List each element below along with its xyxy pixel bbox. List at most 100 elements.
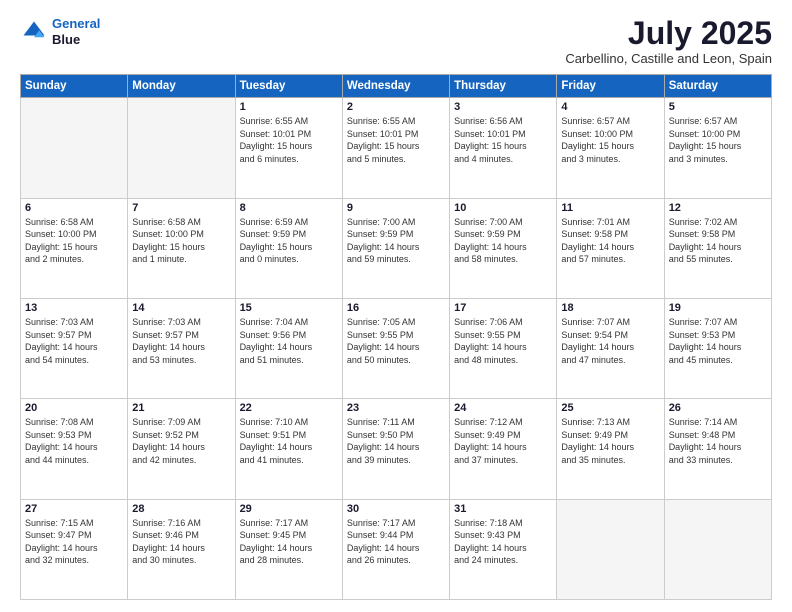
- calendar-day: 21 Sunrise: 7:09 AMSunset: 9:52 PMDayligh…: [128, 399, 235, 499]
- weekday-header-row: SundayMondayTuesdayWednesdayThursdayFrid…: [21, 75, 772, 98]
- weekday-header-cell: Wednesday: [342, 75, 449, 98]
- calendar-day: 9 Sunrise: 7:00 AMSunset: 9:59 PMDaylight…: [342, 198, 449, 298]
- day-info: Sunrise: 7:05 AMSunset: 9:55 PMDaylight:…: [347, 316, 445, 366]
- calendar-day: 19 Sunrise: 7:07 AMSunset: 9:53 PMDayligh…: [664, 298, 771, 398]
- day-info: Sunrise: 7:18 AMSunset: 9:43 PMDaylight:…: [454, 517, 552, 567]
- day-info: Sunrise: 7:03 AMSunset: 9:57 PMDaylight:…: [132, 316, 230, 366]
- day-info: Sunrise: 7:15 AMSunset: 9:47 PMDaylight:…: [25, 517, 123, 567]
- calendar-day: 7Sunrise: 6:58 AMSunset: 10:00 PMDayligh…: [128, 198, 235, 298]
- day-number: 14: [132, 302, 230, 314]
- subtitle: Carbellino, Castille and Leon, Spain: [565, 51, 772, 66]
- calendar: SundayMondayTuesdayWednesdayThursdayFrid…: [20, 74, 772, 600]
- day-number: 24: [454, 402, 552, 414]
- weekday-header-cell: Sunday: [21, 75, 128, 98]
- day-info: Sunrise: 7:06 AMSunset: 9:55 PMDaylight:…: [454, 316, 552, 366]
- day-number: 31: [454, 503, 552, 515]
- calendar-empty: [664, 499, 771, 599]
- calendar-day: 13 Sunrise: 7:03 AMSunset: 9:57 PMDayligh…: [21, 298, 128, 398]
- day-number: 26: [669, 402, 767, 414]
- day-number: 28: [132, 503, 230, 515]
- day-info: Sunrise: 7:11 AMSunset: 9:50 PMDaylight:…: [347, 416, 445, 466]
- weekday-header-cell: Saturday: [664, 75, 771, 98]
- day-info: Sunrise: 7:17 AMSunset: 9:44 PMDaylight:…: [347, 517, 445, 567]
- day-number: 12: [669, 202, 767, 214]
- day-info: Sunrise: 7:12 AMSunset: 9:49 PMDaylight:…: [454, 416, 552, 466]
- week-row: 27 Sunrise: 7:15 AMSunset: 9:47 PMDayligh…: [21, 499, 772, 599]
- day-number: 13: [25, 302, 123, 314]
- calendar-day: 31 Sunrise: 7:18 AMSunset: 9:43 PMDayligh…: [450, 499, 557, 599]
- calendar-day: 27 Sunrise: 7:15 AMSunset: 9:47 PMDayligh…: [21, 499, 128, 599]
- day-number: 2: [347, 101, 445, 113]
- day-info: Sunrise: 7:00 AMSunset: 9:59 PMDaylight:…: [347, 216, 445, 266]
- calendar-empty: [557, 499, 664, 599]
- day-number: 6: [25, 202, 123, 214]
- day-number: 5: [669, 101, 767, 113]
- calendar-day: 30 Sunrise: 7:17 AMSunset: 9:44 PMDayligh…: [342, 499, 449, 599]
- day-info: Sunrise: 6:56 AMSunset: 10:01 PMDaylight…: [454, 115, 552, 165]
- calendar-day: 22 Sunrise: 7:10 AMSunset: 9:51 PMDayligh…: [235, 399, 342, 499]
- day-info: Sunrise: 7:14 AMSunset: 9:48 PMDaylight:…: [669, 416, 767, 466]
- day-number: 9: [347, 202, 445, 214]
- day-number: 1: [240, 101, 338, 113]
- calendar-day: 16 Sunrise: 7:05 AMSunset: 9:55 PMDayligh…: [342, 298, 449, 398]
- month-title: July 2025: [565, 16, 772, 51]
- day-number: 27: [25, 503, 123, 515]
- calendar-empty: [128, 98, 235, 198]
- weekday-header-cell: Tuesday: [235, 75, 342, 98]
- calendar-day: 2Sunrise: 6:55 AMSunset: 10:01 PMDayligh…: [342, 98, 449, 198]
- calendar-day: 24 Sunrise: 7:12 AMSunset: 9:49 PMDayligh…: [450, 399, 557, 499]
- logo: General Blue: [20, 16, 100, 47]
- day-number: 30: [347, 503, 445, 515]
- day-info: Sunrise: 7:04 AMSunset: 9:56 PMDaylight:…: [240, 316, 338, 366]
- day-info: Sunrise: 7:07 AMSunset: 9:53 PMDaylight:…: [669, 316, 767, 366]
- day-info: Sunrise: 7:16 AMSunset: 9:46 PMDaylight:…: [132, 517, 230, 567]
- day-info: Sunrise: 7:02 AMSunset: 9:58 PMDaylight:…: [669, 216, 767, 266]
- calendar-day: 5 Sunrise: 6:57 AMSunset: 10:00 PMDayligh…: [664, 98, 771, 198]
- week-row: 13 Sunrise: 7:03 AMSunset: 9:57 PMDayligh…: [21, 298, 772, 398]
- calendar-day: 4 Sunrise: 6:57 AMSunset: 10:00 PMDayligh…: [557, 98, 664, 198]
- day-info: Sunrise: 7:10 AMSunset: 9:51 PMDaylight:…: [240, 416, 338, 466]
- day-number: 8: [240, 202, 338, 214]
- calendar-day: 15Sunrise: 7:04 AMSunset: 9:56 PMDayligh…: [235, 298, 342, 398]
- day-info: Sunrise: 7:00 AMSunset: 9:59 PMDaylight:…: [454, 216, 552, 266]
- day-number: 4: [561, 101, 659, 113]
- calendar-day: 3Sunrise: 6:56 AMSunset: 10:01 PMDayligh…: [450, 98, 557, 198]
- day-number: 11: [561, 202, 659, 214]
- day-number: 17: [454, 302, 552, 314]
- calendar-body: 1Sunrise: 6:55 AMSunset: 10:01 PMDayligh…: [21, 98, 772, 600]
- day-info: Sunrise: 7:17 AMSunset: 9:45 PMDaylight:…: [240, 517, 338, 567]
- week-row: 6Sunrise: 6:58 AMSunset: 10:00 PMDayligh…: [21, 198, 772, 298]
- week-row: 20Sunrise: 7:08 AMSunset: 9:53 PMDayligh…: [21, 399, 772, 499]
- calendar-day: 18 Sunrise: 7:07 AMSunset: 9:54 PMDayligh…: [557, 298, 664, 398]
- calendar-day: 17 Sunrise: 7:06 AMSunset: 9:55 PMDayligh…: [450, 298, 557, 398]
- calendar-day: 29 Sunrise: 7:17 AMSunset: 9:45 PMDayligh…: [235, 499, 342, 599]
- calendar-day: 14 Sunrise: 7:03 AMSunset: 9:57 PMDayligh…: [128, 298, 235, 398]
- calendar-day: 26 Sunrise: 7:14 AMSunset: 9:48 PMDayligh…: [664, 399, 771, 499]
- header: General Blue July 2025 Carbellino, Casti…: [20, 16, 772, 66]
- calendar-day: 12 Sunrise: 7:02 AMSunset: 9:58 PMDayligh…: [664, 198, 771, 298]
- day-number: 21: [132, 402, 230, 414]
- day-info: Sunrise: 6:59 AMSunset: 9:59 PMDaylight:…: [240, 216, 338, 266]
- calendar-day: 11 Sunrise: 7:01 AMSunset: 9:58 PMDayligh…: [557, 198, 664, 298]
- day-number: 18: [561, 302, 659, 314]
- day-info: Sunrise: 7:09 AMSunset: 9:52 PMDaylight:…: [132, 416, 230, 466]
- day-number: 29: [240, 503, 338, 515]
- title-block: July 2025 Carbellino, Castille and Leon,…: [565, 16, 772, 66]
- day-info: Sunrise: 7:03 AMSunset: 9:57 PMDaylight:…: [25, 316, 123, 366]
- calendar-empty: [21, 98, 128, 198]
- page: General Blue July 2025 Carbellino, Casti…: [0, 0, 792, 612]
- day-number: 19: [669, 302, 767, 314]
- day-number: 7: [132, 202, 230, 214]
- logo-icon: [20, 18, 48, 46]
- day-number: 16: [347, 302, 445, 314]
- calendar-day: 6Sunrise: 6:58 AMSunset: 10:00 PMDayligh…: [21, 198, 128, 298]
- calendar-day: 25Sunrise: 7:13 AMSunset: 9:49 PMDayligh…: [557, 399, 664, 499]
- day-info: Sunrise: 6:57 AMSunset: 10:00 PMDaylight…: [669, 115, 767, 165]
- weekday-header-cell: Monday: [128, 75, 235, 98]
- day-info: Sunrise: 7:13 AMSunset: 9:49 PMDaylight:…: [561, 416, 659, 466]
- day-info: Sunrise: 7:01 AMSunset: 9:58 PMDaylight:…: [561, 216, 659, 266]
- day-info: Sunrise: 6:57 AMSunset: 10:00 PMDaylight…: [561, 115, 659, 165]
- day-number: 22: [240, 402, 338, 414]
- day-info: Sunrise: 7:07 AMSunset: 9:54 PMDaylight:…: [561, 316, 659, 366]
- calendar-day: 23Sunrise: 7:11 AMSunset: 9:50 PMDayligh…: [342, 399, 449, 499]
